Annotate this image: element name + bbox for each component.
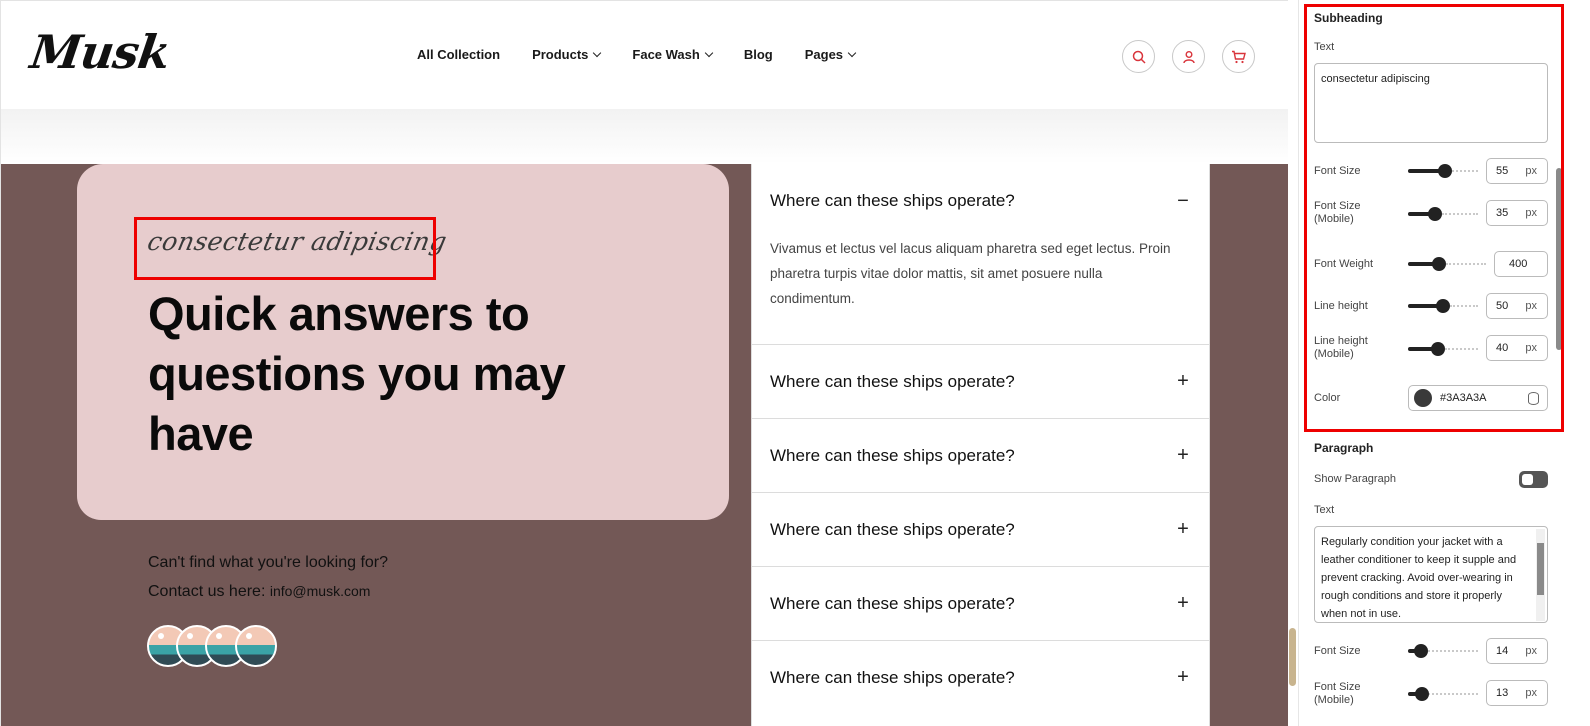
faq-question[interactable]: Where can these ships operate? − xyxy=(770,164,1191,238)
slider-handle[interactable] xyxy=(1438,164,1452,178)
faq-item: Where can these ships operate? + xyxy=(752,493,1209,567)
site-logo[interactable]: Musk xyxy=(27,25,173,79)
avatar-group xyxy=(147,625,287,667)
plus-icon[interactable]: + xyxy=(1175,444,1191,467)
font-weight-slider[interactable] xyxy=(1408,257,1486,271)
hero-title[interactable]: Quick answers to questions you may have xyxy=(148,284,628,464)
selection-highlight xyxy=(134,217,436,280)
site-header: Musk All Collection Products Face Wash B… xyxy=(1,1,1289,109)
font-size-mobile-input[interactable]: 35 px xyxy=(1486,200,1548,226)
font-size-mobile-label: Font Size (Mobile) xyxy=(1314,200,1361,225)
font-weight-input[interactable]: 400 xyxy=(1494,251,1548,277)
faq-question[interactable]: Where can these ships operate? + xyxy=(770,641,1191,714)
search-icon xyxy=(1132,50,1146,64)
line-height-mobile-slider[interactable] xyxy=(1408,342,1478,356)
font-size-slider[interactable] xyxy=(1408,164,1478,178)
textarea-scrollbar[interactable] xyxy=(1536,529,1545,621)
cart-icon xyxy=(1232,50,1246,63)
font-weight-label: Font Weight xyxy=(1314,258,1374,270)
paragraph-font-size-input[interactable]: 14 px xyxy=(1486,638,1548,664)
account-button[interactable] xyxy=(1172,40,1205,73)
contact-question: Can't find what you're looking for? xyxy=(148,554,389,571)
nav-products[interactable]: Products xyxy=(532,47,602,62)
faq-item: Where can these ships operate? + xyxy=(752,345,1209,419)
paragraph-font-size-mobile-label: Font Size (Mobile) xyxy=(1314,681,1361,706)
faq-answer: Vivamus et lectus vel lacus aliquam phar… xyxy=(770,241,1171,306)
contact-line: Contact us here: info@musk.com xyxy=(148,583,370,601)
paragraph-font-size-slider[interactable] xyxy=(1408,644,1478,658)
line-height-mobile-label: Line height (Mobile) xyxy=(1314,335,1368,360)
line-height-label: Line height xyxy=(1314,300,1368,312)
avatar xyxy=(235,625,277,667)
slider-handle[interactable] xyxy=(1415,687,1429,701)
subheading-section-title: Subheading xyxy=(1314,11,1383,25)
paragraph-font-size-mobile-input[interactable]: 13 px xyxy=(1486,680,1548,706)
paragraph-font-size-mobile-slider[interactable] xyxy=(1408,687,1478,701)
minus-icon[interactable]: − xyxy=(1175,190,1191,213)
chevron-down-icon xyxy=(593,48,602,57)
faq-item: Where can these ships operate? + xyxy=(752,641,1209,715)
search-button[interactable] xyxy=(1122,40,1155,73)
paragraph-section-title: Paragraph xyxy=(1314,441,1374,455)
faq-item: Where can these ships operate? − Vivamus… xyxy=(752,164,1209,345)
paragraph-text-label: Text xyxy=(1314,504,1335,516)
preview-scrollbar[interactable] xyxy=(1288,0,1296,726)
line-height-input[interactable]: 50 px xyxy=(1486,293,1548,319)
plus-icon[interactable]: + xyxy=(1175,592,1191,615)
faq-question[interactable]: Where can these ships operate? + xyxy=(770,345,1191,418)
cart-button[interactable] xyxy=(1222,40,1255,73)
show-paragraph-label: Show Paragraph xyxy=(1314,473,1396,485)
header-shadow xyxy=(1,109,1289,164)
faq-question[interactable]: Where can these ships operate? + xyxy=(770,567,1191,640)
subheading-text-label: Text xyxy=(1314,41,1335,53)
font-size-input[interactable]: 55 px xyxy=(1486,158,1548,184)
contact-prefix: Contact us here: xyxy=(148,583,266,600)
nav-face-wash[interactable]: Face Wash xyxy=(632,47,714,62)
color-swatch[interactable] xyxy=(1414,389,1432,407)
show-paragraph-toggle[interactable] xyxy=(1519,471,1548,488)
color-picker[interactable]: #3A3A3A xyxy=(1408,385,1548,411)
contact-email-link[interactable]: info@musk.com xyxy=(270,583,371,599)
slider-handle[interactable] xyxy=(1428,207,1442,221)
subheading-text-input[interactable]: consectetur adipiscing xyxy=(1314,63,1548,143)
line-height-slider[interactable] xyxy=(1408,299,1478,313)
slider-handle[interactable] xyxy=(1414,644,1428,658)
plus-icon[interactable]: + xyxy=(1175,518,1191,541)
faq-item: Where can these ships operate? + xyxy=(752,567,1209,641)
main-nav: All Collection Products Face Wash Blog P… xyxy=(417,47,857,62)
faq-accordion: Where can these ships operate? − Vivamus… xyxy=(751,164,1210,726)
font-size-label: Font Size xyxy=(1314,165,1361,177)
nav-all-collection[interactable]: All Collection xyxy=(417,47,500,62)
paragraph-text-input[interactable]: Regularly condition your jacket with a l… xyxy=(1314,526,1548,623)
faq-item: Where can these ships operate? + xyxy=(752,419,1209,493)
plus-icon[interactable]: + xyxy=(1175,666,1191,689)
slider-handle[interactable] xyxy=(1436,299,1450,313)
slider-handle[interactable] xyxy=(1432,257,1446,271)
slider-handle[interactable] xyxy=(1431,342,1445,356)
paragraph-font-size-label: Font Size xyxy=(1314,645,1361,657)
chevron-down-icon xyxy=(847,48,857,57)
chevron-down-icon xyxy=(704,48,714,57)
faq-question[interactable]: Where can these ships operate? + xyxy=(770,493,1191,566)
nav-pages[interactable]: Pages xyxy=(805,47,857,62)
line-height-mobile-input[interactable]: 40 px xyxy=(1486,335,1548,361)
faq-question[interactable]: Where can these ships operate? + xyxy=(770,419,1191,492)
database-icon[interactable] xyxy=(1528,392,1539,405)
preview-scrollbar-thumb[interactable] xyxy=(1289,628,1296,686)
nav-blog[interactable]: Blog xyxy=(744,47,773,62)
color-label: Color xyxy=(1314,392,1341,404)
store-preview: Musk All Collection Products Face Wash B… xyxy=(0,0,1296,726)
font-size-mobile-slider[interactable] xyxy=(1408,207,1478,221)
user-icon xyxy=(1182,50,1195,63)
faq-section: consectetur adipiscing Quick answers to … xyxy=(1,164,1289,726)
plus-icon[interactable]: + xyxy=(1175,370,1191,393)
